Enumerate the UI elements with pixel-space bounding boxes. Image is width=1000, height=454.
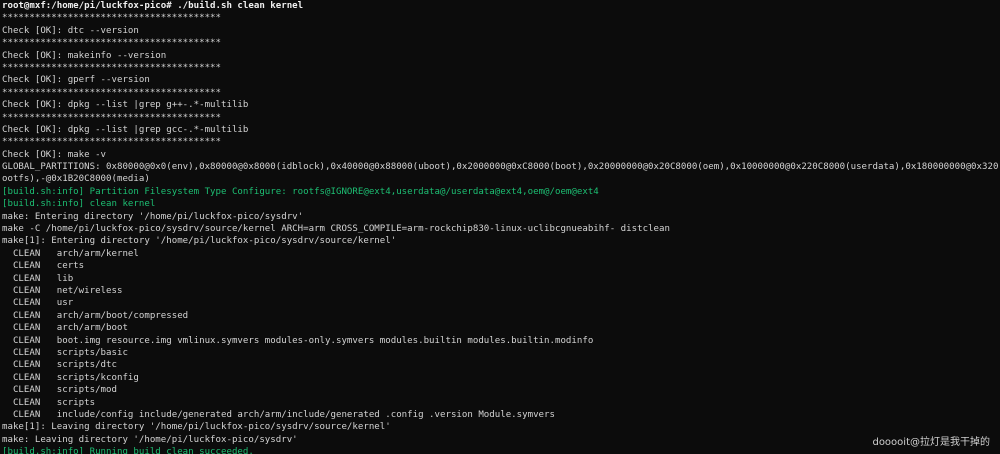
terminal-line: **************************************** <box>2 13 221 24</box>
terminal-line: Check [OK]: make -v <box>2 149 107 160</box>
terminal-line: Check [OK]: dpkg --list |grep gcc-.*-mul… <box>2 124 249 135</box>
terminal-line: **************************************** <box>2 112 221 123</box>
terminal-line: make[1]: Entering directory '/home/pi/lu… <box>2 236 397 247</box>
terminal-line: CLEAN include/config include/generated a… <box>2 409 555 420</box>
terminal-line: [build.sh:info] Running build_clean succ… <box>2 447 254 454</box>
terminal-line: [build.sh:info] Partition Filesystem Typ… <box>2 186 599 197</box>
terminal-line: CLEAN scripts/basic <box>2 347 128 358</box>
terminal-line: Check [OK]: dpkg --list |grep g++-.*-mul… <box>2 100 249 111</box>
terminal-line: CLEAN arch/arm/boot/compressed <box>2 310 189 321</box>
terminal-line: **************************************** <box>2 137 221 148</box>
terminal-line: ootfs),-@0x1B20C8000(media) <box>2 174 150 185</box>
terminal-output[interactable]: root@mxf:/home/pi/luckfox-pico# ./build.… <box>2 0 998 454</box>
terminal-line: CLEAN scripts <box>2 397 96 408</box>
terminal-line: **************************************** <box>2 87 221 98</box>
watermark-text: dooooit@拉灯是我干掉的 <box>872 437 990 448</box>
terminal-line: **************************************** <box>2 38 221 49</box>
terminal-line: CLEAN arch/arm/boot <box>2 323 128 334</box>
terminal-line: root@mxf:/home/pi/luckfox-pico# ./build.… <box>2 1 304 11</box>
terminal-line: make: Leaving directory '/home/pi/luckfo… <box>2 434 298 445</box>
terminal-line: CLEAN usr <box>2 298 74 309</box>
terminal-line: CLEAN lib <box>2 273 74 284</box>
terminal-line: CLEAN scripts/mod <box>2 385 117 396</box>
terminal-line: [build.sh:info] clean kernel <box>2 199 156 210</box>
terminal-line: CLEAN boot.img resource.img vmlinux.symv… <box>2 335 594 346</box>
terminal-line: make: Entering directory '/home/pi/luckf… <box>2 211 304 222</box>
terminal-line: Check [OK]: gperf --version <box>2 75 150 86</box>
terminal-line: make[1]: Leaving directory '/home/pi/luc… <box>2 422 391 433</box>
terminal-line: Check [OK]: makeinfo --version <box>2 50 167 61</box>
terminal-line: CLEAN certs <box>2 261 85 272</box>
terminal-line: CLEAN arch/arm/kernel <box>2 248 139 259</box>
terminal-line: GLOBAL_PARTITIONS: 0x80000@0x0(env),0x80… <box>2 162 998 173</box>
terminal-line: CLEAN scripts/dtc <box>2 360 117 371</box>
terminal-line: **************************************** <box>2 62 221 73</box>
terminal-line: CLEAN net/wireless <box>2 285 123 296</box>
terminal-line: make -C /home/pi/luckfox-pico/sysdrv/sou… <box>2 224 670 235</box>
terminal-line: Check [OK]: dtc --version <box>2 25 139 36</box>
terminal-line: CLEAN scripts/kconfig <box>2 372 139 383</box>
